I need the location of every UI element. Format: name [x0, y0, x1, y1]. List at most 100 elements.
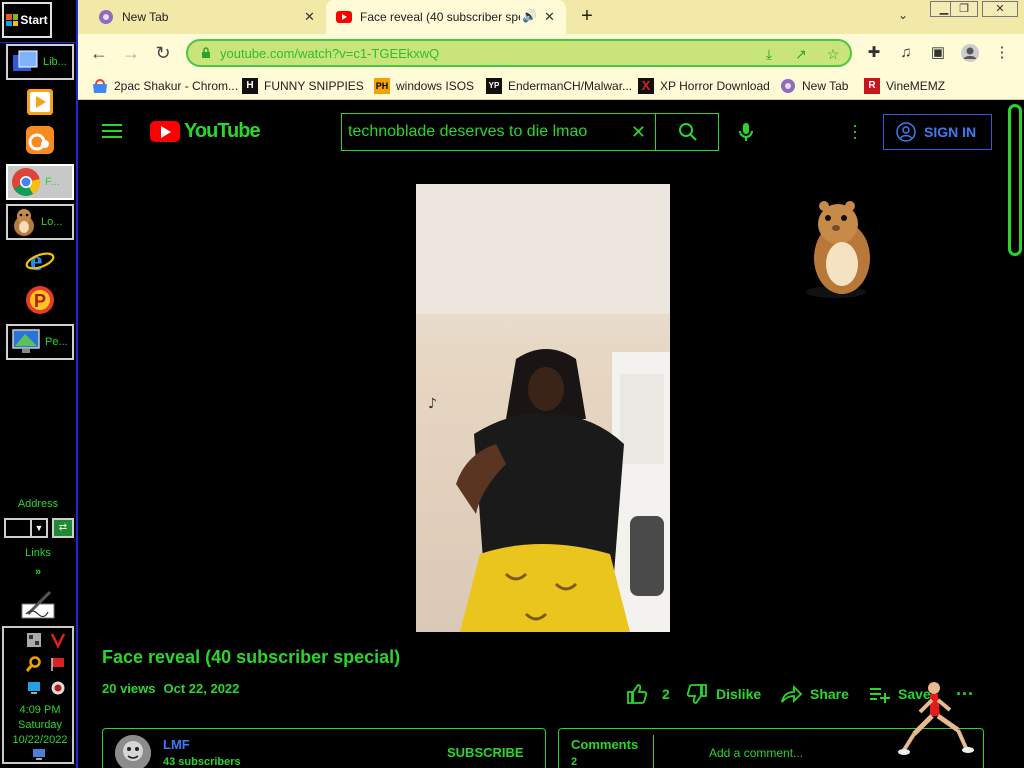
- dislike-button[interactable]: Dislike: [686, 683, 761, 705]
- youtube-page: YouTube technoblade deserves to die lmao…: [78, 100, 1008, 768]
- thumbs-down-icon: [686, 684, 707, 704]
- bookmark-label: 2pac Shakur - Chrom...: [114, 79, 239, 93]
- search-input[interactable]: technoblade deserves to die lmao ✕: [341, 113, 657, 151]
- upload-date: Oct 22, 2022: [163, 681, 240, 696]
- close-tab-icon[interactable]: ✕: [304, 9, 315, 25]
- taskbar-item-pe[interactable]: Pe...: [6, 324, 74, 360]
- bookmark-item[interactable]: H FUNNY SNIPPIES: [242, 77, 364, 95]
- lock-icon[interactable]: [200, 47, 212, 59]
- close-tab-icon[interactable]: ✕: [544, 9, 555, 25]
- chrome-menu-icon[interactable]: ⋮: [992, 43, 1012, 63]
- taskbar-item-library[interactable]: Lib...: [6, 44, 74, 80]
- sign-in-label: SIGN IN: [924, 124, 977, 140]
- taskbar-item-lo[interactable]: Lo...: [6, 204, 74, 240]
- tray-speaker-icon[interactable]: [50, 680, 66, 696]
- hamster-sticker: [806, 201, 870, 298]
- video-meta: 20 views Oct 22, 2022: [102, 681, 239, 696]
- channel-name[interactable]: LMF: [163, 737, 190, 752]
- tray-search-icon[interactable]: [26, 656, 42, 672]
- bookmark-item[interactable]: YP EndermanCH/Malwar...: [486, 77, 632, 95]
- tab-search-chevron-icon[interactable]: ⌄: [898, 8, 908, 22]
- tab-face-reveal[interactable]: Face reveal (40 subscriber spe 🔊 ✕: [326, 0, 566, 34]
- microphone-icon[interactable]: [738, 122, 754, 142]
- page-scrollbar[interactable]: [1008, 104, 1022, 256]
- address-input[interactable]: ▼: [4, 518, 48, 538]
- tray-v-icon[interactable]: [50, 632, 66, 648]
- more-options-icon[interactable]: · · ·: [852, 116, 858, 146]
- youtube-logo[interactable]: YouTube: [150, 120, 261, 143]
- back-button[interactable]: ←: [88, 42, 110, 64]
- playlist-add-icon: [870, 688, 890, 703]
- comments-divider: [653, 735, 654, 768]
- channel-avatar[interactable]: [115, 735, 151, 768]
- tab-title: New Tab: [122, 10, 169, 24]
- search-button[interactable]: [655, 113, 719, 151]
- youtube-wordmark: YouTube: [184, 120, 261, 142]
- maximize-button[interactable]: ❐: [950, 1, 978, 17]
- address-bar[interactable]: youtube.com/watch?v=c1-TGEEkxwQ ⤓ ↗ ☆: [186, 39, 852, 67]
- tray-grid-icon[interactable]: [26, 632, 42, 648]
- tray-flag-icon[interactable]: [50, 656, 66, 672]
- install-app-icon[interactable]: ⤓: [760, 45, 778, 63]
- signature-tool-icon[interactable]: [20, 588, 56, 622]
- video-player[interactable]: ♪: [416, 184, 670, 632]
- taskbar-divider: [0, 42, 76, 43]
- tab-title: Face reveal (40 subscriber spe: [360, 10, 520, 24]
- x-favicon-icon: X: [638, 78, 654, 94]
- video-frame: ♪: [416, 184, 670, 632]
- media-control-icon[interactable]: ♫: [896, 43, 916, 63]
- bookmark-star-icon[interactable]: ☆: [824, 45, 842, 63]
- address-label: Address: [17, 498, 59, 510]
- like-count: 2: [662, 686, 670, 702]
- view-count: 20 views: [102, 681, 156, 696]
- share-label: Share: [810, 686, 849, 702]
- audio-playing-icon[interactable]: 🔊: [522, 9, 537, 23]
- media-player-icon[interactable]: [24, 86, 56, 118]
- chevron-down-icon[interactable]: ▼: [30, 520, 46, 536]
- links-label: Links: [25, 547, 51, 559]
- uc-browser-icon[interactable]: [24, 124, 56, 156]
- share-page-icon[interactable]: ↗: [792, 45, 810, 63]
- clear-search-icon[interactable]: ✕: [631, 122, 646, 143]
- account-icon: [896, 122, 916, 142]
- like-button[interactable]: 2: [626, 683, 670, 705]
- tab-strip: New Tab ✕ Face reveal (40 subscriber spe…: [78, 0, 1024, 34]
- share-button[interactable]: Share: [780, 683, 849, 705]
- extensions-icon[interactable]: ✚: [864, 43, 884, 63]
- close-window-button[interactable]: ✕: [982, 1, 1018, 17]
- bookmark-item[interactable]: New Tab: [780, 77, 848, 95]
- chrome-icon: [12, 168, 41, 196]
- p-app-icon[interactable]: P: [24, 284, 56, 316]
- start-button[interactable]: Start: [2, 2, 52, 38]
- subscribe-button[interactable]: SUBSCRIBE: [447, 745, 524, 760]
- go-button[interactable]: ⇄: [52, 518, 74, 538]
- bookmark-item[interactable]: X XP Horror Download: [638, 77, 770, 95]
- bookmark-label: New Tab: [802, 79, 849, 93]
- add-comment-input[interactable]: Add a comment...: [709, 746, 803, 760]
- side-panel-icon[interactable]: ▣: [928, 43, 948, 63]
- bookmark-label: windows ISOS: [396, 79, 475, 93]
- tray-date: 10/22/2022: [12, 734, 68, 746]
- bookmark-item[interactable]: PH windows ISOS: [374, 77, 474, 95]
- youtube-favicon-icon: [336, 11, 352, 23]
- bookmark-item[interactable]: 2pac Shakur - Chrom...: [92, 77, 238, 95]
- profile-icon[interactable]: [960, 43, 980, 63]
- taskbar-item-chrome[interactable]: F...: [6, 164, 74, 200]
- library-icon: [13, 50, 38, 71]
- chrome-web-store-icon: [93, 79, 107, 93]
- links-chevron[interactable]: »: [0, 566, 76, 578]
- tray-desktop-icon[interactable]: [32, 748, 46, 760]
- tab-new-tab[interactable]: New Tab ✕: [78, 0, 324, 34]
- internet-explorer-icon[interactable]: e: [24, 244, 56, 276]
- sign-in-button[interactable]: SIGN IN: [883, 114, 992, 150]
- forward-button[interactable]: →: [120, 42, 142, 64]
- svg-text:P: P: [34, 291, 46, 311]
- tray-network-icon[interactable]: [26, 680, 42, 696]
- reload-button[interactable]: ↻: [152, 42, 174, 64]
- new-tab-button[interactable]: +: [576, 6, 598, 28]
- search-icon: [679, 123, 697, 141]
- taskbar-item-label: Lib...: [43, 56, 67, 68]
- hamburger-menu-icon[interactable]: [102, 124, 122, 138]
- bookmark-label: EndermanCH/Malwar...: [508, 79, 633, 93]
- bookmark-item[interactable]: R VineMEMZ: [864, 77, 945, 95]
